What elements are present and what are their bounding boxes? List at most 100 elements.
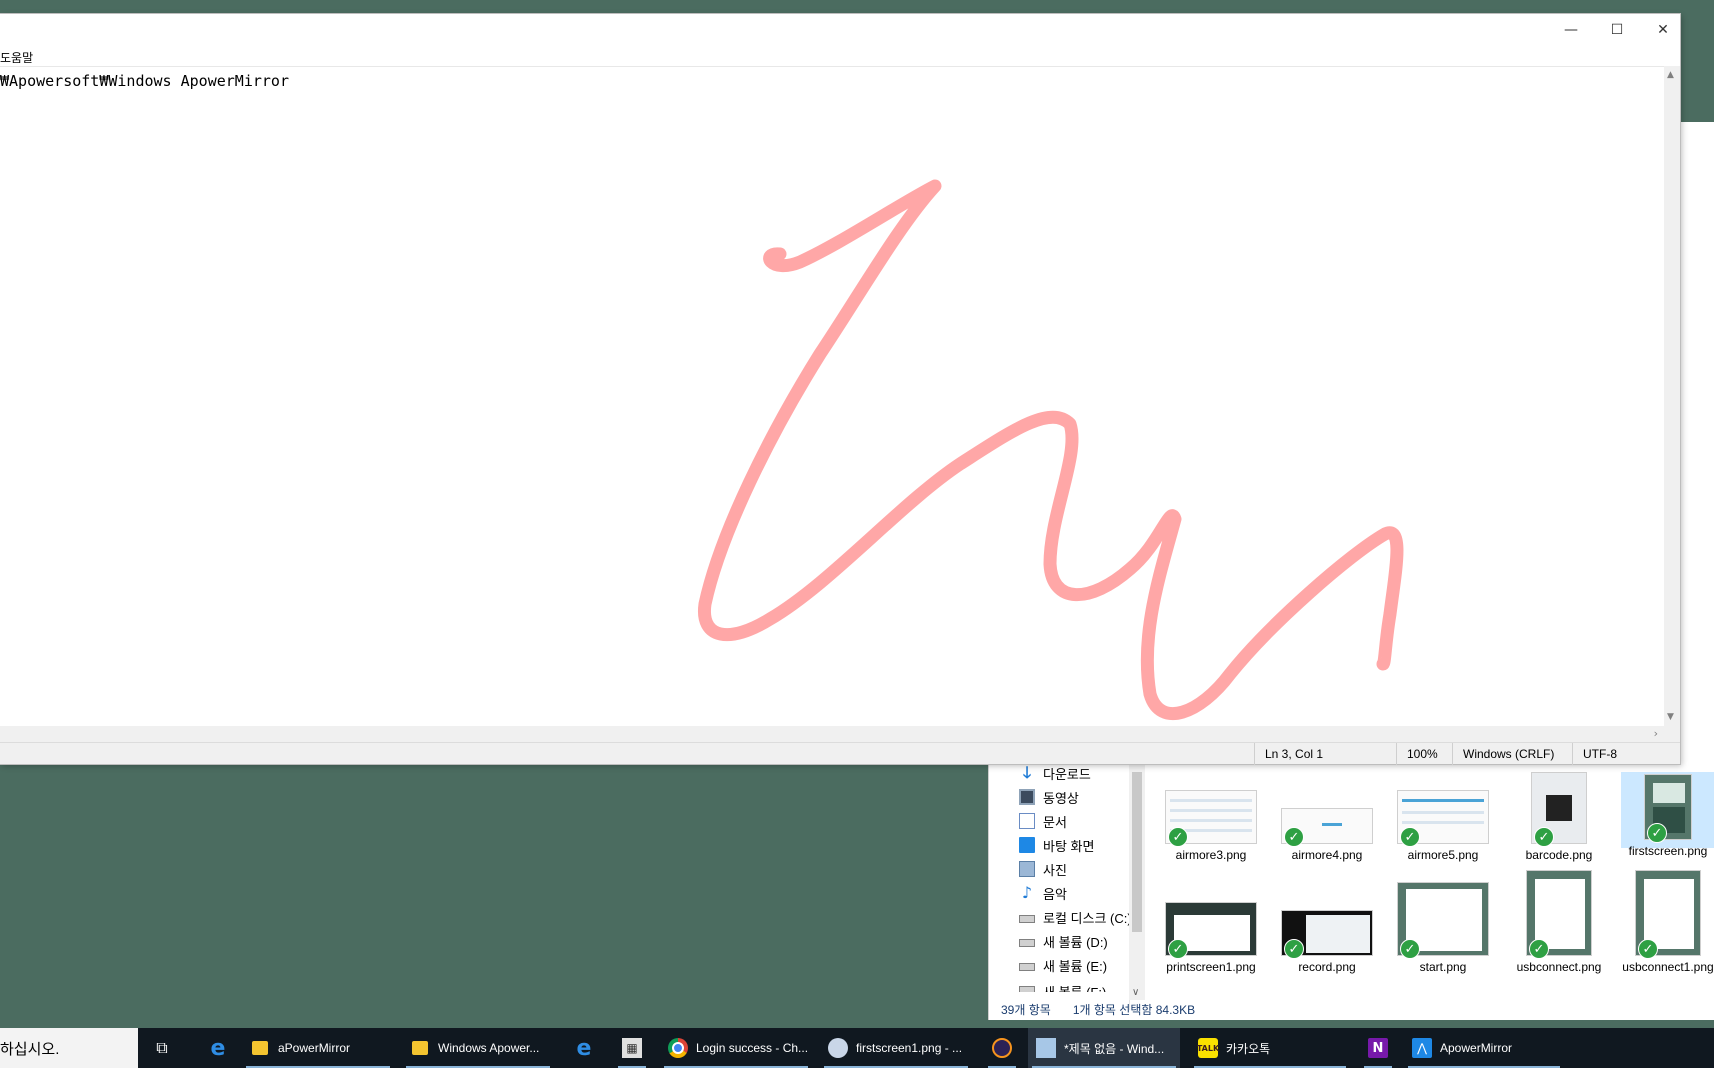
file-thumbnail: ✓ xyxy=(1165,790,1257,847)
search-box[interactable]: 하십시오. xyxy=(0,1028,138,1068)
edge-icon: e xyxy=(210,1035,226,1061)
taskbar-item-label: *제목 없음 - Wind... xyxy=(1064,1041,1165,1056)
onenote-button[interactable]: N xyxy=(1360,1028,1396,1068)
file-name: airmore4.png xyxy=(1291,848,1363,862)
scroll-up-arrow-icon[interactable]: ▲ xyxy=(1667,70,1674,80)
internet-explorer-button[interactable]: e xyxy=(568,1028,600,1068)
calculator-icon: ▦ xyxy=(622,1038,642,1058)
text-editor[interactable]: ₩Apowersoft₩Windows ApowerMirror xyxy=(0,66,1664,726)
eclipse-button[interactable] xyxy=(984,1028,1020,1068)
file-name: usbconnect.png xyxy=(1516,960,1602,974)
internet-explorer-icon: e xyxy=(576,1035,592,1061)
nav-item-drive-c[interactable]: 로컬 디스크 (C:) xyxy=(1019,906,1132,928)
line-ending: Windows (CRLF) xyxy=(1452,743,1572,765)
file-item[interactable]: ✓ airmore4.png xyxy=(1275,786,1379,862)
menu-help[interactable]: 도움말 xyxy=(0,49,33,66)
scroll-down-arrow-icon[interactable]: ▼ xyxy=(1667,712,1674,722)
file-thumbnail: ✓ xyxy=(1165,902,1257,959)
file-name: record.png xyxy=(1298,960,1356,974)
sync-check-icon: ✓ xyxy=(1647,823,1667,843)
file-name: usbconnect1.png xyxy=(1622,960,1714,974)
file-item[interactable]: ✓ airmore5.png xyxy=(1391,786,1495,862)
sync-check-icon: ✓ xyxy=(1529,939,1549,959)
nav-item-label: 로컬 디스크 (C:) xyxy=(1043,910,1132,926)
horizontal-scrollbar[interactable]: › xyxy=(0,726,1664,742)
file-item[interactable]: ✓ barcode.png xyxy=(1507,772,1611,862)
taskbar-item-label: aPowerMirror xyxy=(278,1041,351,1055)
file-item-selected[interactable]: ✓ firstscreen.png xyxy=(1621,772,1714,858)
scrollbar-thumb[interactable] xyxy=(1132,772,1142,932)
file-name: printscreen1.png xyxy=(1166,960,1256,974)
nav-item-label: 새 볼륨 (F:) xyxy=(1043,982,1106,992)
sync-check-icon: ✓ xyxy=(1400,827,1420,847)
file-thumbnail: ✓ xyxy=(1526,870,1592,959)
nav-item-downloads[interactable]: 🡓 다운로드 xyxy=(1019,762,1091,784)
vertical-scrollbar[interactable]: ▲ ▼ xyxy=(1664,66,1680,726)
minimize-button[interactable]: — xyxy=(1548,14,1594,46)
status-bar: Ln 3, Col 1 100% Windows (CRLF) UTF-8 xyxy=(0,742,1680,765)
file-thumbnail: ✓ xyxy=(1635,870,1701,959)
taskbar-item-kakaotalk[interactable]: TALK 카카오톡 xyxy=(1190,1028,1350,1068)
nav-item-music[interactable]: ♪ 음악 xyxy=(1019,882,1067,904)
nav-item-documents[interactable]: 문서 xyxy=(1019,810,1067,832)
file-thumbnail: ✓ xyxy=(1531,772,1587,847)
kakaotalk-icon: TALK xyxy=(1197,1038,1219,1058)
file-item[interactable]: ✓ printscreen1.png xyxy=(1159,902,1263,974)
calculator-button[interactable]: ▦ xyxy=(614,1028,650,1068)
folder-icon xyxy=(250,1038,270,1058)
title-bar[interactable]: — ☐ ✕ xyxy=(0,14,1680,46)
maximize-button[interactable]: ☐ xyxy=(1594,14,1640,46)
taskbar-item-label: Windows Apower... xyxy=(438,1041,540,1055)
file-item[interactable]: ✓ record.png xyxy=(1275,902,1379,974)
taskbar-item-paint[interactable]: firstscreen1.png - ... xyxy=(820,1028,972,1068)
file-name: airmore3.png xyxy=(1175,848,1247,862)
file-thumbnail: ✓ xyxy=(1644,774,1692,843)
nav-item-drive-f[interactable]: 새 볼륨 (F:) xyxy=(1019,982,1106,992)
file-item[interactable]: ✓ usbconnect1.png xyxy=(1621,870,1714,974)
file-item[interactable]: ✓ start.png xyxy=(1391,882,1495,974)
scroll-down-arrow-icon[interactable]: ∨ xyxy=(1132,987,1139,998)
taskbar-item-apowermirror[interactable]: ⋀ ApowerMirror xyxy=(1404,1028,1564,1068)
scroll-right-arrow-icon[interactable]: › xyxy=(1654,727,1658,740)
nav-scrollbar[interactable]: ∨ xyxy=(1129,762,1145,1000)
nav-item-label: 사진 xyxy=(1043,862,1067,878)
sync-check-icon: ✓ xyxy=(1284,827,1304,847)
task-view-icon: ⧉ xyxy=(156,1038,168,1057)
edge-button[interactable]: e xyxy=(202,1028,234,1068)
file-name: firstscreen.png xyxy=(1628,844,1708,858)
taskbar-item-windows-apowermirror-folder[interactable]: Windows Apower... xyxy=(402,1028,554,1068)
nav-item-videos[interactable]: 동영상 xyxy=(1019,786,1079,808)
nav-item-drive-e[interactable]: 새 볼륨 (E:) xyxy=(1019,954,1107,976)
taskbar-item-label: ApowerMirror xyxy=(1440,1041,1513,1055)
music-icon: ♪ xyxy=(1021,883,1033,902)
taskbar-item-chrome[interactable]: Login success - Ch... xyxy=(660,1028,812,1068)
file-item[interactable]: ✓ airmore3.png xyxy=(1159,786,1263,862)
drive-icon xyxy=(1019,939,1035,947)
nav-item-label: 음악 xyxy=(1043,886,1067,902)
nav-item-label: 새 볼륨 (E:) xyxy=(1043,958,1108,974)
sync-check-icon: ✓ xyxy=(1638,939,1658,959)
nav-item-desktop[interactable]: 바탕 화면 xyxy=(1019,834,1094,856)
taskbar-item-label: firstscreen1.png - ... xyxy=(856,1041,963,1055)
item-count: 39개 항목 xyxy=(1001,1002,1051,1017)
file-item[interactable]: ✓ usbconnect.png xyxy=(1507,870,1611,974)
nav-item-pictures[interactable]: 사진 xyxy=(1019,858,1067,880)
file-name: airmore5.png xyxy=(1407,848,1479,862)
taskbar-item-label: 카카오톡 xyxy=(1226,1041,1271,1056)
task-view-button[interactable]: ⧉ xyxy=(150,1028,174,1068)
paint-icon xyxy=(828,1038,848,1058)
search-placeholder: 하십시오. xyxy=(0,1040,60,1058)
nav-item-label: 새 볼륨 (D:) xyxy=(1043,934,1108,950)
encoding: UTF-8 xyxy=(1572,743,1680,765)
nav-item-drive-d[interactable]: 새 볼륨 (D:) xyxy=(1019,930,1108,952)
picture-icon xyxy=(1019,861,1035,877)
taskbar-item-apowermirror-folder[interactable]: aPowerMirror xyxy=(242,1028,394,1068)
notepad-window: — ☐ ✕ 도움말 ₩Apowersoft₩Windows ApowerMirr… xyxy=(0,14,1680,765)
file-name: start.png xyxy=(1419,960,1467,974)
close-button[interactable]: ✕ xyxy=(1640,14,1686,46)
drive-icon xyxy=(1019,915,1035,923)
file-thumbnail: ✓ xyxy=(1281,808,1373,847)
menu-bar: 도움말 xyxy=(0,46,1680,66)
taskbar-item-notepad[interactable]: *제목 없음 - Wind... xyxy=(1028,1028,1180,1068)
drive-icon xyxy=(1019,986,1035,992)
